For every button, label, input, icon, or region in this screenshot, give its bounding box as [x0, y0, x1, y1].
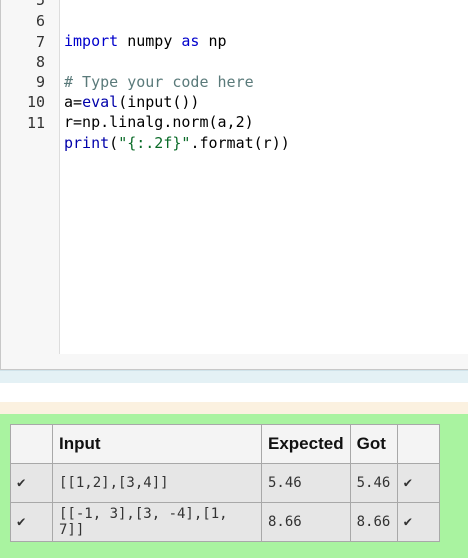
check-icon: ✔	[396, 463, 440, 503]
line-number-gutter: 5 6 7 8 9 10 11	[1, 0, 60, 354]
result-header-strip	[0, 402, 468, 414]
code-text-area[interactable]: import numpy as np # Type your code here…	[60, 0, 468, 354]
table-header-row: Input Expected Got	[10, 424, 440, 464]
got-column-header: Got	[349, 424, 398, 464]
test-results-panel: Input Expected Got ✔ [[1,2],[3,4]] 5.46 …	[0, 414, 468, 558]
line-number: 6	[35, 12, 45, 30]
line-number: 8	[35, 53, 45, 71]
code-line-8: # Type your code here	[64, 73, 254, 91]
result-column-header	[396, 424, 440, 464]
input-column-header: Input	[52, 424, 262, 464]
check-icon: ✔	[396, 502, 440, 542]
code-editor[interactable]: 5 6 7 8 9 10 11 import numpy as np # Typ…	[0, 0, 468, 370]
editor-bottom-bar	[0, 370, 468, 384]
status-column-header	[10, 424, 53, 464]
code-line-10: r=np.linalg.norm(a,2)	[64, 113, 254, 131]
got-cell: 8.66	[349, 502, 398, 542]
check-icon: ✔	[10, 463, 53, 503]
code-line-11: print("{:.2f}".format(r))	[64, 134, 290, 152]
expected-column-header: Expected	[261, 424, 351, 464]
code-line-9: a=eval(input())	[64, 93, 200, 111]
expected-cell: 5.46	[261, 463, 351, 503]
code-line-6: import numpy as np	[64, 32, 227, 50]
got-cell: 5.46	[349, 463, 398, 503]
line-number: 5	[35, 0, 45, 9]
input-cell: [[-1, 3],[3, -4],[1, 7]]	[52, 502, 262, 542]
table-row: ✔ [[1,2],[3,4]] 5.46 5.46 ✔	[10, 463, 440, 503]
input-cell: [[1,2],[3,4]]	[52, 463, 262, 503]
spacer	[0, 383, 468, 402]
line-number: 7	[35, 33, 45, 51]
table-row: ✔ [[-1, 3],[3, -4],[1, 7]] 8.66 8.66 ✔	[10, 502, 440, 542]
check-icon: ✔	[10, 502, 53, 542]
line-number: 9	[35, 73, 45, 91]
expected-cell: 8.66	[261, 502, 351, 542]
line-number: 10	[26, 93, 45, 111]
line-number: 11	[26, 114, 45, 132]
results-table: Input Expected Got ✔ [[1,2],[3,4]] 5.46 …	[10, 424, 440, 542]
